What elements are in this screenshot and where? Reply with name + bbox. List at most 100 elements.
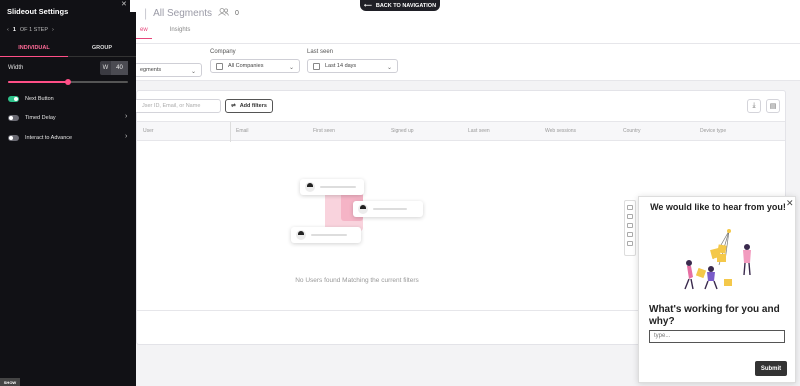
segment-select-value: egments — [140, 67, 162, 73]
submit-button[interactable]: Submit — [755, 361, 787, 376]
chevron-down-icon: ⌄ — [386, 65, 392, 71]
toggle-knob — [9, 116, 13, 120]
column-web-sessions[interactable]: Web sessions — [545, 128, 576, 134]
placeholder-line — [320, 186, 356, 188]
last-seen-filter: Last seen Last 14 days ⌄ — [307, 49, 398, 73]
download-icon: ⤓ — [752, 102, 756, 109]
segment-select[interactable]: egments ⌄ — [134, 63, 202, 77]
survey-heading: We would like to hear from you! — [650, 202, 786, 212]
next-button-toggle[interactable] — [8, 96, 19, 102]
next-button-label: Next Button — [25, 96, 54, 102]
step-navigator: ‹ 1 OF 1 STEP › — [7, 27, 54, 33]
building-icon — [216, 62, 223, 70]
last-seen-select[interactable]: Last 14 days ⌄ — [307, 59, 398, 73]
company-select-value: All Companies — [228, 63, 264, 69]
chevron-down-icon: ⌄ — [288, 65, 294, 71]
column-email[interactable]: Email — [236, 128, 249, 134]
editor-toolbar — [624, 200, 636, 256]
chevron-right-icon[interactable]: › — [125, 113, 127, 120]
segment-filter: egments ⌄ — [134, 63, 202, 77]
show-button[interactable]: SHOW — [0, 378, 20, 386]
interact-to-advance-label: Interact to Advance — [25, 135, 73, 141]
back-to-navigation-button[interactable]: ⟵ BACK TO NAVIGATION — [360, 0, 440, 11]
top-header: | All Segments 0 ew Insights — [136, 0, 800, 44]
calendar-icon — [313, 62, 320, 70]
placeholder-line — [373, 208, 407, 210]
chevron-left-icon[interactable]: ‹ — [7, 27, 9, 33]
width-input[interactable]: W 40 — [100, 61, 128, 75]
width-label: Width — [8, 65, 24, 71]
last-seen-select-value: Last 14 days — [325, 63, 357, 69]
tab-overview[interactable]: ew — [136, 27, 152, 39]
toggle-knob — [9, 136, 13, 140]
column-divider — [230, 122, 231, 142]
tab-group[interactable]: GROUP — [68, 43, 136, 57]
company-select[interactable]: All Companies ⌄ — [210, 59, 300, 73]
avatar — [358, 204, 368, 214]
tab-individual[interactable]: INDIVIDUAL — [0, 43, 68, 57]
add-filters-button[interactable]: ⇌ Add filters — [225, 99, 273, 113]
add-filters-label: Add filters — [239, 103, 267, 109]
timed-delay-label: Timed Delay — [25, 115, 56, 121]
puzzle-team-illustration — [684, 229, 751, 290]
avatar — [296, 230, 306, 240]
arrow-left-icon: ⟵ — [363, 2, 372, 9]
step-index: 1 — [12, 27, 16, 33]
panel-title: Slideout Settings — [7, 7, 69, 16]
survey-question: What's working for you and why? — [649, 304, 780, 327]
toolbar-tool-icon[interactable] — [627, 223, 633, 228]
width-prefix: W — [102, 65, 109, 71]
interact-to-advance-toggle[interactable] — [8, 135, 19, 141]
panel-edge — [130, 0, 136, 12]
users-icon — [218, 7, 229, 19]
title-separator: | — [144, 6, 148, 20]
toolbar-tool-icon[interactable] — [627, 232, 633, 237]
view-tabs: ew Insights — [136, 27, 194, 39]
slideout-settings-panel: Slideout Settings ✕ ‹ 1 OF 1 STEP › INDI… — [0, 0, 136, 386]
toolbar-tool-icon[interactable] — [627, 205, 633, 210]
column-last-seen[interactable]: Last seen — [468, 128, 490, 134]
column-first-seen[interactable]: First seen — [313, 128, 335, 134]
download-button[interactable]: ⤓ — [747, 99, 761, 113]
column-signed-up[interactable]: Signed up — [391, 128, 414, 134]
width-value: 40 — [111, 61, 128, 75]
column-user[interactable]: User — [143, 128, 154, 134]
illustration-user-card — [353, 201, 423, 217]
columns-button[interactable]: ▤ — [766, 99, 780, 113]
back-to-navigation-label: BACK TO NAVIGATION — [375, 2, 437, 9]
survey-slideout: ✕ We would like to hear from you! What's… — [638, 196, 796, 383]
illustration-user-card — [300, 179, 364, 195]
tab-insights[interactable]: Insights — [166, 27, 195, 39]
empty-state-illustration — [291, 179, 437, 259]
column-device-type[interactable]: Device type — [700, 128, 726, 134]
toolbar-tool-icon[interactable] — [627, 214, 633, 219]
company-label: Company — [210, 49, 236, 55]
toggle-knob — [14, 97, 18, 101]
filter-bar: egments ⌄ Company All Companies ⌄ Last s… — [134, 44, 800, 81]
timed-delay-toggle[interactable] — [8, 115, 19, 121]
company-filter: Company All Companies ⌄ — [210, 49, 300, 73]
user-search-input[interactable]: Jser ID, Email, or Name — [133, 99, 221, 113]
toolbar-tool-icon[interactable] — [627, 241, 633, 246]
width-slider[interactable] — [8, 78, 128, 85]
page-title: | All Segments 0 — [144, 6, 239, 20]
last-seen-label: Last seen — [307, 49, 334, 55]
chevron-right-icon[interactable]: › — [52, 27, 54, 33]
user-count: 0 — [235, 9, 239, 17]
placeholder-line — [311, 234, 347, 236]
panel-tabs: INDIVIDUAL GROUP — [0, 43, 136, 57]
step-label: OF 1 STEP — [19, 27, 49, 33]
table-header: User Email First seen Signed up Last see… — [137, 121, 785, 142]
illustration-user-card — [291, 227, 361, 243]
chevron-down-icon: ⌄ — [190, 69, 196, 75]
close-icon[interactable]: ✕ — [121, 0, 127, 8]
chevron-right-icon[interactable]: › — [125, 133, 127, 140]
empty-state-message: No Users found Matching the current filt… — [295, 277, 419, 284]
width-slider-fill — [8, 81, 68, 83]
columns-icon: ▤ — [769, 103, 777, 110]
column-country[interactable]: Country — [623, 128, 641, 134]
avatar — [305, 182, 315, 192]
segment-title[interactable]: All Segments — [153, 8, 212, 19]
width-slider-thumb[interactable] — [65, 78, 71, 85]
survey-answer-input[interactable]: type... — [649, 330, 785, 343]
